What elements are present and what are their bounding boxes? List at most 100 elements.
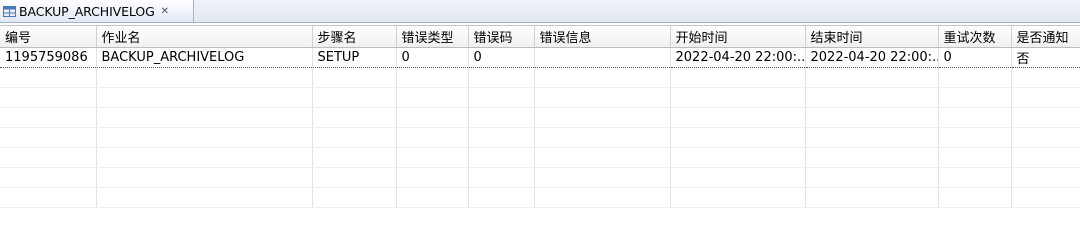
empty-row xyxy=(0,127,1080,148)
empty-cell xyxy=(96,107,313,128)
empty-cell xyxy=(396,127,469,148)
empty-cell xyxy=(396,187,469,208)
table-cell[interactable]: 0 xyxy=(468,46,535,68)
empty-cell xyxy=(938,87,1012,108)
empty-cell xyxy=(938,147,1012,168)
empty-cell xyxy=(96,167,313,188)
empty-cell xyxy=(396,67,469,88)
empty-cell xyxy=(805,127,939,148)
table-cell[interactable] xyxy=(534,46,671,68)
table-cell[interactable]: 0 xyxy=(396,46,469,68)
editor-tab-bar: BACKUP_ARCHIVELOG ✕ xyxy=(0,0,1080,23)
table-cell[interactable]: SETUP xyxy=(312,46,397,68)
empty-cell xyxy=(468,167,535,188)
column-header[interactable]: 编号 xyxy=(0,26,97,48)
header-row: 编号 作业名 步骤名 错误类型 错误码 错误信息 开始时间 结束时间 重试次数 是否通知 xyxy=(0,26,1080,48)
tab-title: BACKUP_ARCHIVELOG xyxy=(19,3,155,19)
empty-cell xyxy=(670,147,806,168)
empty-row xyxy=(0,107,1080,128)
empty-cell xyxy=(1011,127,1080,148)
empty-cell xyxy=(312,147,397,168)
empty-cell xyxy=(805,147,939,168)
empty-cell xyxy=(468,87,535,108)
empty-cell xyxy=(312,67,397,88)
empty-cell xyxy=(1011,107,1080,128)
empty-cell xyxy=(0,187,97,208)
empty-cell xyxy=(312,167,397,188)
column-header[interactable]: 步骤名 xyxy=(312,26,397,48)
empty-cell xyxy=(96,87,313,108)
tab-backup-archivelog[interactable]: BACKUP_ARCHIVELOG ✕ xyxy=(0,0,194,22)
empty-cell xyxy=(1011,67,1080,88)
empty-cell xyxy=(1011,167,1080,188)
empty-cell xyxy=(0,67,97,88)
empty-cell xyxy=(468,147,535,168)
empty-cell xyxy=(396,87,469,108)
empty-row xyxy=(0,167,1080,188)
empty-row xyxy=(0,147,1080,168)
close-icon[interactable]: ✕ xyxy=(161,6,169,17)
empty-cell xyxy=(805,67,939,88)
empty-cell xyxy=(396,107,469,128)
empty-cell xyxy=(96,67,313,88)
empty-cell xyxy=(534,67,671,88)
table-cell[interactable]: 0 xyxy=(938,46,1012,68)
column-header[interactable]: 错误信息 xyxy=(534,26,671,48)
empty-cell xyxy=(1011,187,1080,208)
empty-cell xyxy=(312,107,397,128)
empty-cell xyxy=(938,127,1012,148)
column-header[interactable]: 作业名 xyxy=(96,26,313,48)
empty-cell xyxy=(312,187,397,208)
empty-cell xyxy=(96,187,313,208)
empty-cell xyxy=(670,167,806,188)
column-header[interactable]: 错误类型 xyxy=(396,26,469,48)
table-cell[interactable]: 2022-04-20 22:00:... xyxy=(805,46,939,68)
empty-cell xyxy=(96,127,313,148)
column-header[interactable]: 重试次数 xyxy=(938,26,1012,48)
empty-cell xyxy=(312,87,397,108)
empty-cell xyxy=(312,127,397,148)
empty-cell xyxy=(0,147,97,168)
empty-cell xyxy=(0,87,97,108)
table-cell[interactable]: 2022-04-20 22:00:... xyxy=(670,46,806,68)
results-grid: 编号 作业名 步骤名 错误类型 错误码 错误信息 开始时间 结束时间 重试次数 是否通知 1195… xyxy=(0,25,1080,208)
empty-cell xyxy=(468,67,535,88)
empty-cell xyxy=(468,187,535,208)
empty-cell xyxy=(534,187,671,208)
table-icon xyxy=(3,5,16,18)
empty-cell xyxy=(534,147,671,168)
empty-cell xyxy=(1011,87,1080,108)
empty-cell xyxy=(805,167,939,188)
empty-cell xyxy=(938,67,1012,88)
empty-cell xyxy=(670,127,806,148)
column-header[interactable]: 错误码 xyxy=(468,26,535,48)
empty-cell xyxy=(805,187,939,208)
empty-cell xyxy=(805,87,939,108)
empty-cell xyxy=(396,167,469,188)
empty-cell xyxy=(534,107,671,128)
empty-cell xyxy=(670,67,806,88)
column-header[interactable]: 开始时间 xyxy=(670,26,806,48)
table-cell[interactable]: 否 xyxy=(1011,46,1080,68)
empty-cell xyxy=(1011,147,1080,168)
empty-cell xyxy=(805,107,939,128)
empty-cell xyxy=(396,147,469,168)
empty-cell xyxy=(468,107,535,128)
empty-cell xyxy=(670,187,806,208)
empty-cell xyxy=(0,127,97,148)
empty-cell xyxy=(534,167,671,188)
table-cell[interactable]: 1195759086 xyxy=(0,46,97,68)
empty-cell xyxy=(0,167,97,188)
table-cell[interactable]: BACKUP_ARCHIVELOG xyxy=(96,46,313,68)
empty-cell xyxy=(96,147,313,168)
column-header[interactable]: 结束时间 xyxy=(805,26,939,48)
empty-row xyxy=(0,87,1080,108)
column-header[interactable]: 是否通知 xyxy=(1011,26,1080,48)
empty-cell xyxy=(938,187,1012,208)
empty-cell xyxy=(0,107,97,128)
results-table: 编号 作业名 步骤名 错误类型 错误码 错误信息 开始时间 结束时间 重试次数 是否通知 1195… xyxy=(0,26,1080,208)
empty-cell xyxy=(938,167,1012,188)
empty-row xyxy=(0,187,1080,208)
empty-cell xyxy=(468,127,535,148)
table-row[interactable]: 1195759086 BACKUP_ARCHIVELOG SETUP 0 0 2022-0… xyxy=(0,46,1080,68)
